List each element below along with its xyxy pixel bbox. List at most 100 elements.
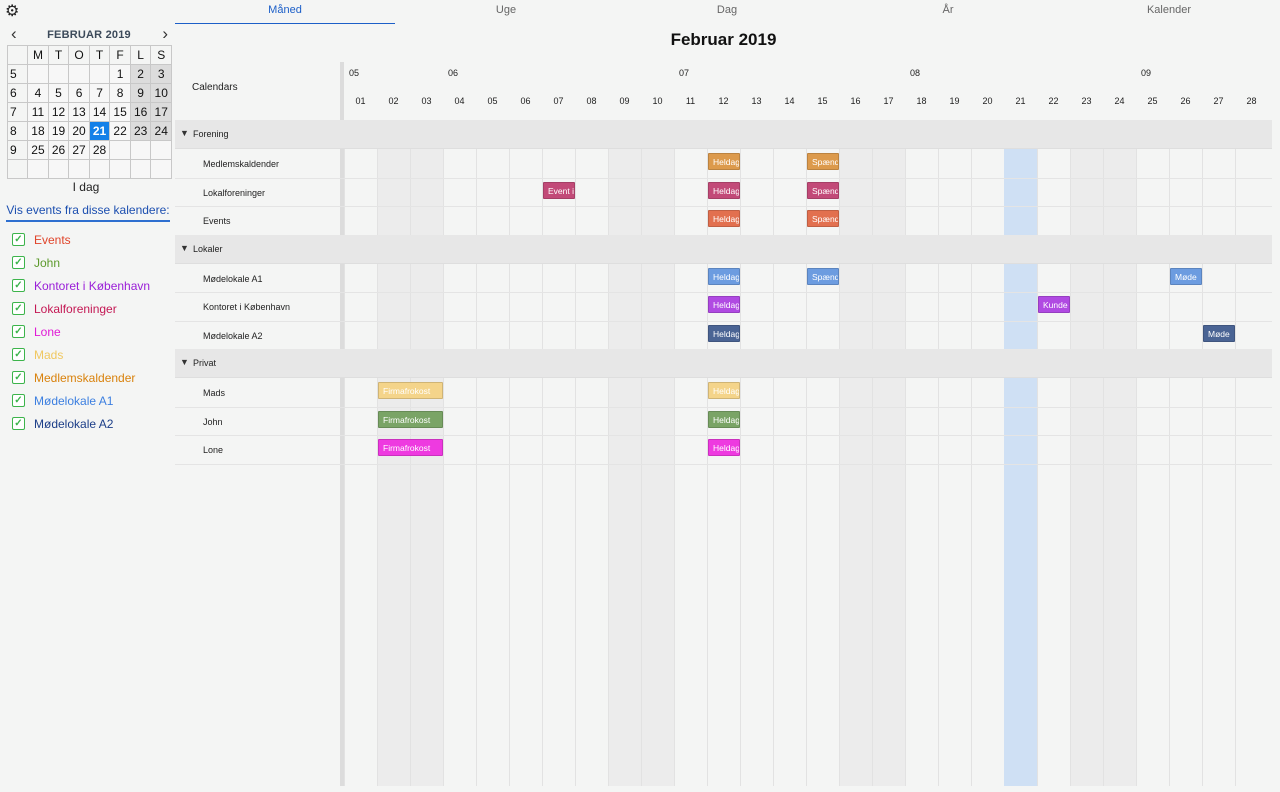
event-block[interactable]: Heldag bbox=[708, 153, 740, 170]
mini-calendar: MTOTFLS 5 1 2 3 6 4 5 6 7 8 9 10 7 11 12 13 14 15 16 17 8 18 1… bbox=[6, 45, 172, 179]
event-block[interactable]: Heldag bbox=[708, 181, 740, 199]
day-label: 08 bbox=[586, 96, 597, 106]
day-cell[interactable]: 5 bbox=[47, 83, 70, 103]
checkbox-checked-icon[interactable]: ✓ bbox=[12, 302, 25, 315]
day-label: 05 bbox=[487, 96, 498, 106]
event-block[interactable]: Event i bbox=[543, 181, 575, 199]
event-block[interactable]: Firmafrokost bbox=[378, 410, 443, 428]
event-block[interactable]: Kunde bbox=[1038, 296, 1070, 313]
calendar-filter-item[interactable]: ✓ Mads bbox=[12, 343, 150, 366]
calendar-filter-label: Medlemskaldender bbox=[34, 370, 136, 385]
checkbox-checked-icon[interactable]: ✓ bbox=[12, 417, 25, 430]
event-block[interactable]: Spænd bbox=[807, 181, 839, 199]
collapse-triangle-icon[interactable]: ▼ bbox=[180, 128, 189, 138]
week-label: 07 bbox=[679, 68, 690, 78]
calendar-row-name: John bbox=[203, 416, 223, 427]
event-block[interactable]: Heldag bbox=[708, 410, 740, 428]
day-cell[interactable]: 19 bbox=[47, 121, 70, 141]
day-cell[interactable]: 9 bbox=[129, 83, 152, 103]
day-cell[interactable]: 17 bbox=[150, 102, 172, 122]
today-button[interactable]: I dag bbox=[0, 180, 172, 194]
gear-icon[interactable]: ⚙ bbox=[5, 4, 21, 20]
day-label: 14 bbox=[784, 96, 795, 106]
day-cell[interactable]: 20 bbox=[68, 121, 90, 141]
day-cell[interactable]: 7 bbox=[88, 83, 111, 103]
group-header: ▼ Forening bbox=[175, 120, 1272, 149]
calendar-row-name: Kontoret i København bbox=[203, 302, 291, 312]
day-cell[interactable]: 15 bbox=[109, 102, 131, 122]
event-block[interactable]: Heldag bbox=[708, 439, 740, 456]
day-cell[interactable]: 13 bbox=[68, 102, 90, 122]
day-cell[interactable]: 1 bbox=[109, 64, 131, 84]
calendar-filter-item[interactable]: ✓ Medlemskaldender bbox=[12, 366, 150, 389]
day-cell[interactable]: 12 bbox=[47, 102, 70, 122]
checkbox-checked-icon[interactable]: ✓ bbox=[12, 371, 25, 384]
tab-0[interactable]: Måned bbox=[175, 4, 395, 24]
calendar-filter-item[interactable]: ✓ Kontoret i København bbox=[12, 274, 150, 297]
collapse-triangle-icon[interactable]: ▼ bbox=[180, 357, 189, 367]
weekday-header: O bbox=[68, 45, 90, 65]
day-cell[interactable]: 8 bbox=[109, 83, 131, 103]
calendar-filter-item[interactable]: ✓ Mødelokale A2 bbox=[12, 412, 150, 435]
day-cell[interactable]: 18 bbox=[27, 121, 49, 141]
day-cell[interactable]: 24 bbox=[150, 121, 172, 141]
tab-2[interactable]: Dag bbox=[617, 4, 837, 24]
event-block[interactable]: Møde bbox=[1170, 267, 1202, 285]
day-cell[interactable]: 23 bbox=[129, 121, 152, 141]
checkbox-checked-icon[interactable]: ✓ bbox=[12, 256, 25, 269]
calendar-filter-item[interactable]: ✓ Events bbox=[12, 228, 150, 251]
event-block[interactable]: Heldag bbox=[708, 324, 740, 342]
tab-3[interactable]: År bbox=[838, 4, 1058, 24]
checkbox-checked-icon[interactable]: ✓ bbox=[12, 348, 25, 361]
event-block[interactable]: Heldag bbox=[708, 296, 740, 313]
day-cell[interactable]: 16 bbox=[129, 102, 152, 122]
tab-1[interactable]: Uge bbox=[396, 4, 616, 24]
event-block[interactable]: Spænd bbox=[807, 267, 839, 285]
collapse-triangle-icon[interactable]: ▼ bbox=[180, 243, 189, 253]
event-block[interactable]: Firmafrokost bbox=[378, 382, 443, 399]
tab-4[interactable]: Kalender bbox=[1059, 4, 1279, 24]
calendar-filter-item[interactable]: ✓ Mødelokale A1 bbox=[12, 389, 150, 412]
empty-day-cell bbox=[68, 64, 90, 84]
event-block[interactable]: Møde bbox=[1203, 324, 1235, 342]
group-name: Forening bbox=[193, 129, 229, 139]
day-cell[interactable]: 11 bbox=[27, 102, 49, 122]
day-cell[interactable]: 25 bbox=[27, 140, 49, 160]
day-cell[interactable]: 10 bbox=[150, 83, 172, 103]
checkbox-checked-icon[interactable]: ✓ bbox=[12, 325, 25, 338]
row-divider bbox=[175, 206, 1272, 207]
day-cell[interactable]: 3 bbox=[150, 64, 172, 84]
calendar-filter-item[interactable]: ✓ John bbox=[12, 251, 150, 274]
checkbox-checked-icon[interactable]: ✓ bbox=[12, 279, 25, 292]
chevron-right-icon[interactable]: › bbox=[162, 25, 168, 42]
day-cell[interactable]: 26 bbox=[47, 140, 70, 160]
row-divider bbox=[175, 435, 1272, 436]
day-cell[interactable]: 21 bbox=[88, 121, 111, 141]
day-cell[interactable]: 2 bbox=[129, 64, 152, 84]
weekday-header: F bbox=[109, 45, 131, 65]
calendar-filter-label: Kontoret i København bbox=[34, 278, 151, 293]
day-label: 15 bbox=[817, 96, 828, 106]
day-label: 27 bbox=[1213, 96, 1224, 106]
event-block[interactable]: Spænd bbox=[807, 153, 839, 170]
event-block[interactable]: Heldag bbox=[708, 210, 740, 227]
calendar-filter-label: Mads bbox=[34, 347, 64, 362]
event-block[interactable]: Heldag bbox=[708, 382, 740, 399]
calendar-filter-item[interactable]: ✓ Lokalforeninger bbox=[12, 297, 150, 320]
day-cell[interactable]: 28 bbox=[88, 140, 111, 160]
checkbox-checked-icon[interactable]: ✓ bbox=[12, 233, 25, 246]
row-divider bbox=[175, 320, 1272, 322]
event-block[interactable]: Spænd bbox=[807, 210, 839, 227]
checkbox-checked-icon[interactable]: ✓ bbox=[12, 394, 25, 407]
day-label: 24 bbox=[1114, 96, 1125, 106]
day-cell[interactable]: 6 bbox=[68, 83, 90, 103]
day-cell[interactable]: 22 bbox=[109, 121, 131, 141]
day-cell[interactable]: 27 bbox=[68, 140, 90, 160]
day-cell[interactable]: 14 bbox=[88, 102, 111, 122]
event-block[interactable]: Firmafrokost bbox=[378, 439, 443, 456]
day-cell[interactable]: 4 bbox=[27, 83, 49, 103]
event-block[interactable]: Heldag bbox=[708, 267, 740, 285]
mini-calendar-title: FEBRUAR 2019 bbox=[47, 29, 131, 41]
calendar-filter-label: Lokalforeninger bbox=[34, 301, 117, 316]
calendar-filter-item[interactable]: ✓ Lone bbox=[12, 320, 150, 343]
